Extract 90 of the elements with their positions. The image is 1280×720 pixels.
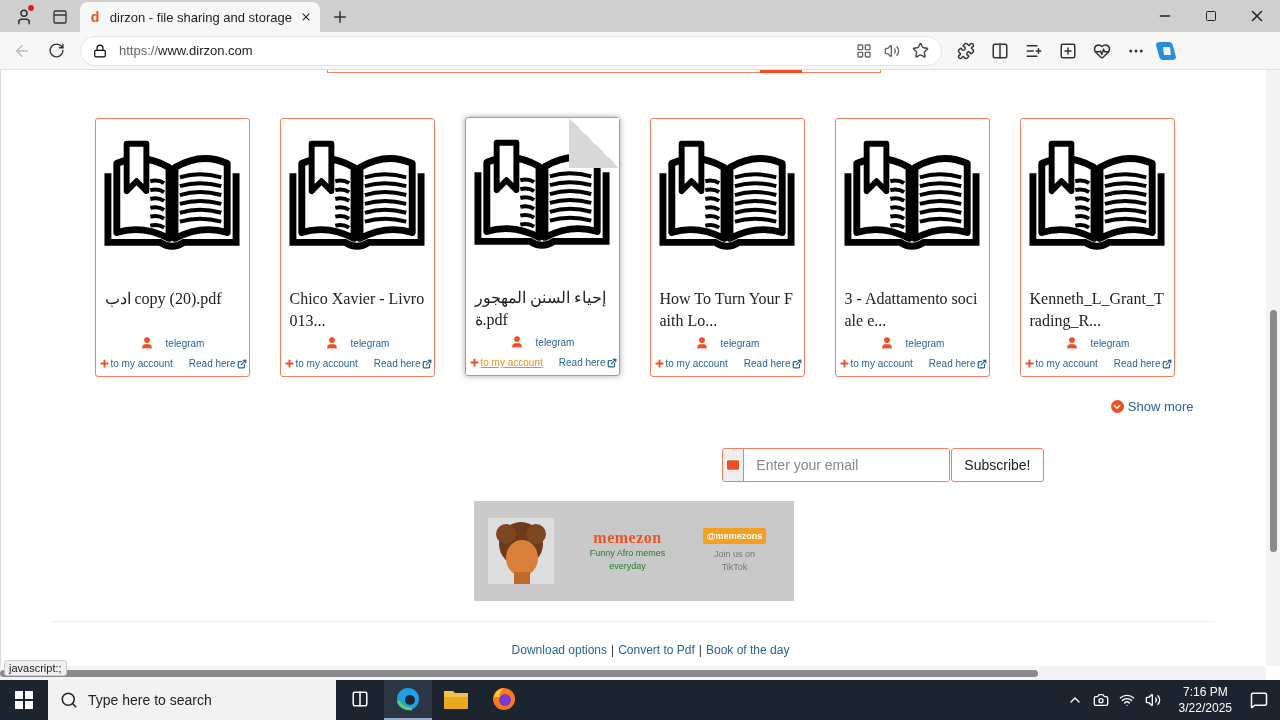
search-icon [60, 691, 78, 709]
uploader-link[interactable]: telegram [905, 337, 945, 349]
camera-icon[interactable] [1092, 692, 1109, 708]
footer-link[interactable]: Convert to Pdf [618, 643, 695, 657]
plus-icon [283, 358, 295, 369]
favicon: d [89, 9, 101, 25]
external-link-icon [1161, 358, 1172, 369]
horizontal-scrollbar[interactable] [0, 666, 1266, 680]
uploader-link[interactable]: telegram [350, 337, 390, 349]
heart-pulse-icon[interactable] [1093, 41, 1111, 60]
task-view-icon[interactable] [351, 690, 369, 708]
plus-icon [98, 358, 110, 369]
address-bar[interactable]: https://www.dirzon.com [80, 35, 942, 66]
taskbar-search-field[interactable]: Type here to search [48, 680, 336, 720]
search-bar[interactable] [326, 70, 881, 73]
file-title: 3 - Adattamento sociale e... [843, 289, 979, 331]
separator: | [698, 643, 702, 657]
new-tab-icon[interactable] [331, 8, 349, 26]
ad-tagline: Funny Afro memes everyday [588, 547, 667, 573]
notification-icon[interactable] [1250, 691, 1268, 709]
add-to-account-link[interactable]: to my account [98, 358, 173, 369]
plus-icon [838, 358, 850, 369]
favorite-star-icon[interactable] [912, 42, 929, 59]
file-title: ادب copy (20).pdf [103, 289, 223, 310]
external-link-icon [236, 358, 247, 369]
footer-link[interactable]: Download options [511, 643, 607, 657]
browser-tab[interactable]: d dirzon - file sharing and storage [80, 2, 320, 32]
read-here-link[interactable]: Read here [928, 358, 987, 369]
user-icon [694, 336, 709, 350]
user-icon [1064, 336, 1079, 350]
lock-icon [93, 43, 107, 58]
url-text: https://www.dirzon.com [119, 43, 254, 58]
show-more-link[interactable]: Show more [1110, 399, 1194, 414]
user-icon [509, 335, 524, 349]
read-here-link[interactable]: Read here [188, 358, 247, 369]
user-icon [139, 336, 154, 350]
chevron-down-icon [1110, 400, 1124, 413]
uploader-link[interactable]: telegram [165, 337, 205, 349]
extensions-icon[interactable] [957, 41, 975, 60]
file-card[interactable]: Chico Xavier - Livro 013... telegram to my account Read here [279, 118, 435, 377]
ad-cta: Join us on TikTok [713, 548, 756, 574]
external-link-icon [976, 358, 987, 369]
email-field[interactable]: Enter your email [722, 448, 951, 482]
plus-icon [1023, 358, 1035, 369]
subscribe-button[interactable]: Subscribe! [951, 448, 1044, 482]
add-to-account-link[interactable]: to my account [1023, 358, 1098, 369]
file-card[interactable]: How To Turn Your Faith Lo... telegram to my account Read here [649, 118, 805, 377]
uploader-link[interactable]: telegram [1090, 337, 1130, 349]
separator: | [611, 643, 615, 657]
volume-icon[interactable] [1144, 692, 1161, 708]
footer-link[interactable]: Book of the day [706, 643, 790, 657]
tab-actions-icon[interactable] [52, 9, 68, 25]
tab-title: dirzon - file sharing and storage [109, 9, 292, 25]
plus-icon [468, 357, 480, 368]
file-title: إحياء السنن المهجورة.pdf [473, 288, 607, 331]
add-to-account-link[interactable]: to my account [653, 358, 728, 369]
read-here-link[interactable]: Read here [373, 358, 432, 369]
page-curl [568, 118, 619, 168]
edge-icon[interactable] [384, 680, 432, 720]
read-here-link[interactable]: Read here [743, 358, 802, 369]
read-here-link[interactable]: Read here [558, 357, 617, 368]
network-icon[interactable] [1118, 692, 1135, 708]
file-card[interactable]: 3 - Adattamento sociale e... telegram to my account Read here [834, 118, 990, 377]
plus-icon [653, 358, 665, 369]
restore-icon[interactable] [1205, 10, 1217, 22]
add-to-account-link[interactable]: to my account [283, 358, 358, 369]
external-link-icon [606, 357, 617, 368]
read-aloud-icon[interactable] [884, 42, 900, 59]
user-icon [324, 336, 339, 350]
external-link-icon [791, 358, 802, 369]
file-card[interactable]: Kenneth_L_Grant_Trading_R... telegram to my account Read here [1019, 118, 1175, 377]
windows-logo-icon[interactable] [15, 691, 33, 709]
ad-brand: memezon [593, 529, 662, 547]
ad-handle: @memezons [702, 528, 767, 544]
user-icon [879, 336, 894, 350]
file-title: Chico Xavier - Livro 013... [288, 289, 426, 331]
split-screen-icon[interactable] [991, 41, 1009, 60]
clock[interactable]: 7:16 PM 3/22/2025 [1178, 684, 1232, 716]
collections-icon[interactable] [1059, 41, 1077, 60]
external-link-icon [421, 358, 432, 369]
refresh-icon[interactable] [47, 42, 65, 59]
vertical-scrollbar[interactable] [1266, 70, 1280, 666]
app-grid-icon[interactable] [856, 42, 872, 59]
read-here-link[interactable]: Read here [1113, 358, 1172, 369]
uploader-link[interactable]: telegram [535, 336, 575, 348]
file-title: How To Turn Your Faith Lo... [658, 289, 794, 331]
file-title: Kenneth_L_Grant_Trading_R... [1028, 289, 1165, 332]
add-to-account-link[interactable]: to my account [838, 358, 913, 369]
uploader-link[interactable]: telegram [720, 337, 760, 349]
status-url: javascript:; [4, 660, 67, 676]
